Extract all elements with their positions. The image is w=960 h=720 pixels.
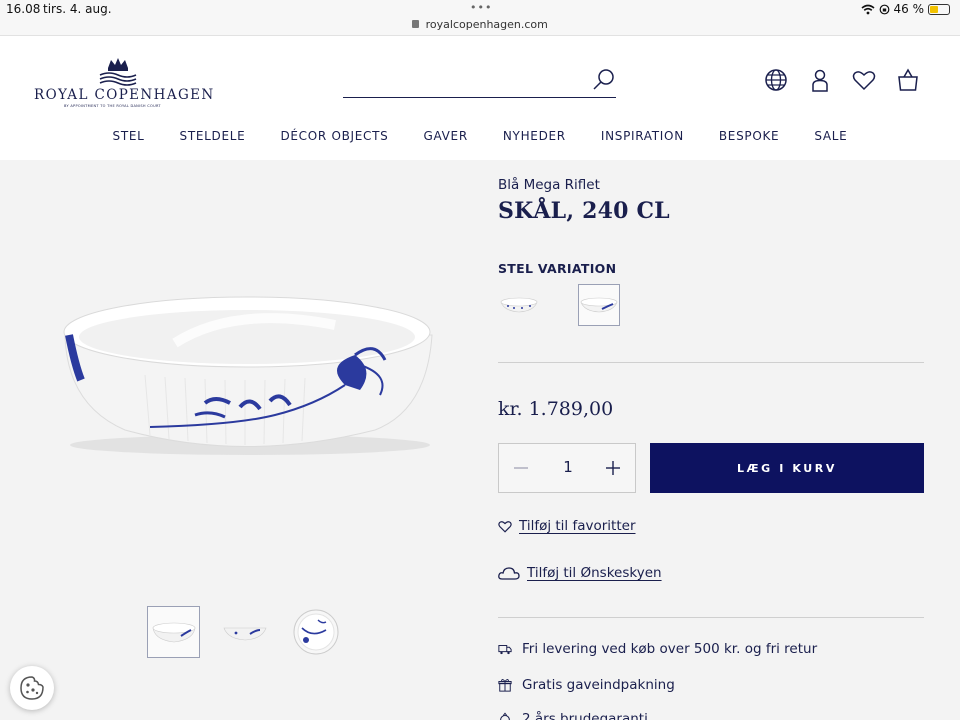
thumbnail-1[interactable] (147, 606, 200, 658)
usp-text: 2 års brudegaranti (522, 711, 648, 720)
main-nav: STEL STELDELE DÉCOR OBJECTS GAVER NYHEDE… (0, 129, 960, 143)
variation-option-2[interactable] (578, 284, 620, 326)
nav-item-sale[interactable]: SALE (814, 129, 847, 143)
ring-icon (500, 712, 510, 720)
account-icon[interactable] (808, 68, 832, 92)
nav-item-steldele[interactable]: STELDELE (180, 129, 246, 143)
add-to-wishcloud-label: Tilføj til Ønskeskyen (527, 565, 662, 581)
site-header: ROYAL COPENHAGEN BY APPOINTMENT TO THE R… (0, 36, 960, 160)
truck-icon (498, 645, 512, 655)
address-url: royalcopenhagen.com (425, 18, 548, 31)
thumbnail-3[interactable] (289, 606, 342, 658)
cookie-icon (20, 676, 44, 700)
status-indicators: 46 % (860, 2, 950, 16)
divider (498, 617, 924, 618)
add-to-wishcloud-link[interactable]: Tilføj til Ønskeskyen (498, 565, 662, 581)
heart-icon (498, 520, 512, 533)
cookie-settings-button[interactable] (10, 666, 54, 710)
usp-free-delivery: Fri levering ved køb over 500 kr. og fri… (498, 641, 817, 657)
product-price: kr. 1.789,00 (498, 398, 614, 420)
variation-options (498, 284, 620, 326)
variation-title: STEL VARIATION (498, 261, 617, 276)
battery-percent: 46 % (893, 2, 925, 16)
nav-item-bespoke[interactable]: BESPOKE (719, 129, 779, 143)
crown-icon (99, 58, 137, 86)
quantity-stepper: 1 (498, 443, 636, 493)
logo-wordmark: ROYAL COPENHAGEN (34, 87, 215, 103)
lock-icon (412, 20, 420, 28)
status-time: 16.08 (6, 2, 41, 16)
search-icon[interactable] (592, 68, 616, 92)
nav-item-gaver[interactable]: GAVER (423, 129, 467, 143)
add-to-favorites-label: Tilføj til favoritter (519, 518, 636, 534)
product-title: SKÅL, 240 CL (498, 198, 670, 224)
minus-icon[interactable] (511, 458, 531, 478)
product-collection: Blå Mega Riflet (498, 177, 600, 193)
thumbnail-2[interactable] (218, 606, 271, 658)
usp-text: Fri levering ved køb over 500 kr. og fri… (522, 641, 818, 657)
product-image[interactable] (55, 285, 440, 460)
header-actions (764, 68, 920, 92)
quantity-value[interactable]: 1 (553, 458, 583, 476)
usp-gift-wrapping: Gratis gaveindpakning (498, 677, 675, 693)
logo-tagline: BY APPOINTMENT TO THE ROYAL DANISH COURT (64, 104, 161, 108)
battery-icon (928, 3, 950, 15)
royal-copenhagen-logo[interactable]: ROYAL COPENHAGEN BY APPOINTMENT TO THE R… (34, 56, 213, 111)
cloud-icon (498, 567, 520, 580)
orientation-lock-icon (879, 4, 889, 14)
search-input[interactable] (343, 70, 573, 92)
nav-item-nyheder[interactable]: NYHEDER (503, 129, 566, 143)
nav-item-stel[interactable]: STEL (113, 129, 145, 143)
gift-icon (498, 679, 512, 692)
plus-icon[interactable] (603, 458, 623, 478)
status-date: tirs. 4. aug. (43, 2, 112, 16)
nav-item-decor-objects[interactable]: DÉCOR OBJECTS (280, 129, 388, 143)
add-to-cart-button[interactable]: LÆG I KURV (650, 443, 924, 493)
nav-item-inspiration[interactable]: INSPIRATION (601, 129, 684, 143)
divider (498, 362, 924, 363)
address-bar[interactable]: royalcopenhagen.com (0, 18, 960, 31)
add-to-favorites-link[interactable]: Tilføj til favoritter (498, 518, 636, 534)
heart-icon[interactable] (852, 68, 876, 92)
bag-icon[interactable] (896, 68, 920, 92)
variation-option-1[interactable] (498, 284, 540, 326)
status-bar: 16.08 tirs. 4. aug. ••• royalcopenhagen.… (0, 0, 960, 36)
tab-dots[interactable]: ••• (470, 1, 492, 14)
usp-breakage-guarantee: 2 års brudegaranti (498, 711, 648, 720)
search-bar (343, 64, 616, 98)
usp-text: Gratis gaveindpakning (522, 677, 675, 693)
globe-icon[interactable] (764, 68, 788, 92)
image-thumbnails (147, 606, 342, 658)
wifi-icon (860, 4, 875, 14)
